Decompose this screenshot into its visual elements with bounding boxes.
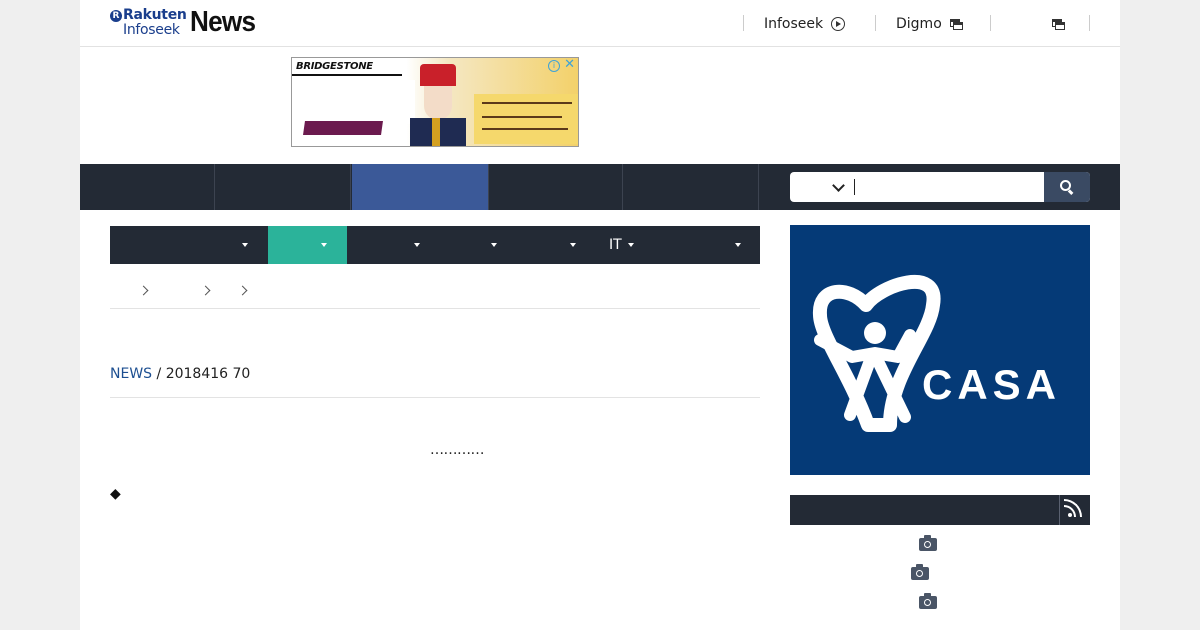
ad-info-icon[interactable]: i bbox=[548, 60, 560, 72]
external-window-icon bbox=[1052, 19, 1065, 30]
category-tab[interactable] bbox=[505, 226, 584, 264]
header-divider bbox=[743, 15, 744, 31]
circle-arrow-icon bbox=[831, 17, 846, 31]
rakuten-infoseek-news-logo[interactable]: R Rakuten Infoseek News bbox=[110, 6, 270, 39]
ad-figure-scarf bbox=[432, 118, 440, 146]
caret-down-icon bbox=[242, 243, 248, 247]
search-icon bbox=[1060, 180, 1074, 194]
ranking-item[interactable] bbox=[790, 535, 1090, 562]
category-tab[interactable] bbox=[110, 226, 268, 264]
external-link[interactable] bbox=[1044, 14, 1065, 34]
ad-brand-underline bbox=[292, 74, 402, 76]
infoseek-link[interactable]: Infoseek bbox=[764, 14, 846, 34]
category-tab-active[interactable] bbox=[268, 226, 347, 264]
casa-logo-graphic bbox=[813, 274, 941, 432]
breadcrumb bbox=[110, 280, 760, 309]
search-input[interactable] bbox=[854, 172, 1044, 202]
header-divider bbox=[875, 15, 876, 31]
caret-down-icon bbox=[491, 243, 497, 247]
chevron-down-icon bbox=[832, 179, 845, 192]
category-tab[interactable] bbox=[426, 226, 505, 264]
logo-line-rakuten: Rakuten bbox=[123, 7, 187, 23]
caret-down-icon bbox=[628, 243, 634, 247]
rakuten-badge: R bbox=[110, 10, 122, 22]
ad-brand-text: BRIDGESTONE bbox=[296, 61, 373, 72]
external-window-icon bbox=[949, 19, 963, 30]
caret-down-icon bbox=[321, 243, 327, 247]
ranking-item[interactable] bbox=[790, 593, 1090, 620]
page: R Rakuten Infoseek News Infoseek Digmo B… bbox=[80, 0, 1120, 630]
infoseek-link-label: Infoseek bbox=[764, 16, 824, 32]
camera-icon bbox=[911, 564, 929, 580]
main-nav-item[interactable] bbox=[624, 164, 759, 210]
rss-icon[interactable] bbox=[1064, 499, 1082, 517]
ad-promo-line bbox=[482, 116, 562, 118]
article-ellipsis: ………… bbox=[430, 442, 485, 458]
category-navigation: IT bbox=[110, 226, 760, 264]
logo-wordmark-news: News bbox=[190, 6, 256, 38]
text-cursor bbox=[854, 179, 855, 195]
digmo-link[interactable]: Digmo bbox=[896, 14, 963, 34]
category-tab-label: IT bbox=[609, 237, 622, 253]
caret-down-icon bbox=[414, 243, 420, 247]
ranking-header bbox=[790, 495, 1090, 525]
casa-wordmark: CASA bbox=[922, 361, 1062, 408]
article-bullet: ◆ bbox=[110, 486, 121, 502]
header-divider bbox=[990, 15, 991, 31]
main-nav-item[interactable] bbox=[488, 164, 623, 210]
ad-banner[interactable]: BRIDGESTONE i ✕ bbox=[291, 57, 579, 147]
chevron-right-icon bbox=[237, 285, 248, 296]
chevron-right-icon bbox=[138, 285, 149, 296]
ad-figure-hat bbox=[420, 64, 456, 86]
article-source-link[interactable]: NEWS bbox=[110, 366, 152, 382]
ad-calligraphy-area bbox=[293, 80, 415, 124]
logo-line-infoseek: Infoseek bbox=[123, 22, 180, 38]
header-divider bbox=[1089, 15, 1090, 31]
main-nav-item-active[interactable] bbox=[352, 164, 488, 210]
ad-promo-line bbox=[482, 102, 572, 104]
site-header: R Rakuten Infoseek News Infoseek Digmo bbox=[80, 0, 1120, 47]
category-tab-it[interactable]: IT bbox=[584, 226, 663, 264]
search-box bbox=[790, 172, 1090, 202]
registered-mark: ® bbox=[898, 367, 908, 378]
meta-separator: / bbox=[156, 366, 162, 382]
category-tab[interactable] bbox=[347, 226, 426, 264]
search-button[interactable] bbox=[1044, 172, 1090, 202]
ad-promo-line bbox=[482, 128, 568, 130]
rss-icon-arc bbox=[1064, 499, 1082, 517]
rss-divider bbox=[1059, 495, 1060, 525]
search-category-select[interactable] bbox=[790, 172, 854, 202]
article-date-info: 2018416 70 bbox=[165, 366, 251, 382]
ad-close-icon[interactable]: ✕ bbox=[564, 58, 575, 71]
main-navigation bbox=[80, 164, 1120, 210]
main-nav-item[interactable] bbox=[80, 164, 215, 210]
caret-down-icon bbox=[735, 243, 741, 247]
ad-figure-face bbox=[424, 86, 452, 120]
ad-purple-band bbox=[303, 121, 383, 135]
sidebar-ad-casa[interactable]: ® CASA bbox=[790, 225, 1090, 475]
chevron-right-icon bbox=[200, 285, 211, 296]
camera-icon bbox=[919, 535, 937, 551]
main-nav-item[interactable] bbox=[216, 164, 351, 210]
ranking-item[interactable] bbox=[790, 564, 1090, 591]
category-tab[interactable] bbox=[663, 226, 760, 264]
digmo-link-label: Digmo bbox=[896, 16, 942, 32]
caret-down-icon bbox=[570, 243, 576, 247]
article-meta: NEWS / 2018416 70 bbox=[110, 366, 760, 398]
camera-icon bbox=[919, 593, 937, 609]
